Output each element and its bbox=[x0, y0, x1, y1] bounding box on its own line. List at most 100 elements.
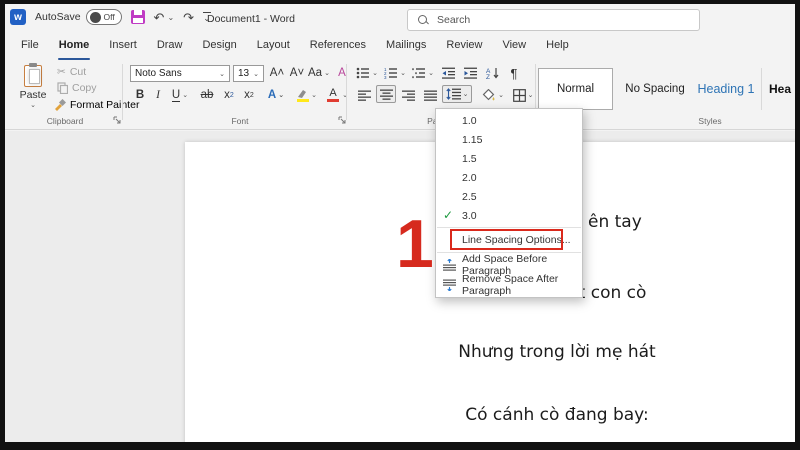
spacing-option-3-checked[interactable]: ✓ 3.0 bbox=[436, 206, 582, 225]
highlight-color-button[interactable]: ⌄ bbox=[292, 86, 320, 104]
multilevel-list-button[interactable]: ⌄ bbox=[410, 64, 436, 82]
italic-icon: I bbox=[156, 89, 160, 101]
check-icon: ✓ bbox=[443, 208, 454, 222]
copy-label: Copy bbox=[72, 82, 97, 94]
group-divider bbox=[122, 64, 123, 120]
tab-help[interactable]: Help bbox=[536, 36, 579, 58]
align-left-icon bbox=[357, 90, 371, 101]
subscript-button[interactable]: x2 bbox=[220, 86, 238, 104]
font-size-combo[interactable]: 13 ⌄ bbox=[233, 65, 264, 82]
justify-button[interactable] bbox=[420, 86, 440, 104]
style-no-spacing[interactable]: No Spacing bbox=[617, 68, 693, 110]
style-label: No Spacing bbox=[625, 83, 685, 95]
tab-review[interactable]: Review bbox=[436, 36, 492, 58]
line-spacing-options-item[interactable]: Line Spacing Options... bbox=[436, 229, 582, 250]
cut-button[interactable]: ✂ Cut bbox=[57, 66, 86, 78]
tab-draw[interactable]: Draw bbox=[147, 36, 193, 58]
borders-button[interactable]: ⌄ bbox=[509, 86, 537, 104]
redo-icon[interactable]: ↷ bbox=[183, 11, 194, 24]
superscript-button[interactable]: x2 bbox=[240, 86, 258, 104]
spacing-option-1-15[interactable]: 1.15 bbox=[436, 130, 582, 149]
change-case-button[interactable]: Aa ⌄ bbox=[307, 64, 331, 82]
search-box[interactable]: Search bbox=[407, 9, 700, 31]
cut-label: Cut bbox=[69, 66, 87, 78]
format-painter-button[interactable]: Format Painter bbox=[53, 99, 139, 111]
align-right-button[interactable] bbox=[398, 86, 418, 104]
doc-line: Nhưng trong lời mẹ hát bbox=[458, 342, 656, 362]
style-normal[interactable]: Normal bbox=[538, 68, 613, 110]
grow-font-button[interactable]: A˄ bbox=[268, 64, 286, 82]
spacing-option-2[interactable]: 2.0 bbox=[436, 168, 582, 187]
tab-file[interactable]: File bbox=[11, 36, 49, 58]
document-title: Document1 - Word bbox=[207, 13, 295, 25]
spacing-option-2-5[interactable]: 2.5 bbox=[436, 187, 582, 206]
show-marks-button[interactable]: ¶ bbox=[505, 64, 523, 82]
autosave-toggle[interactable]: AutoSave Off bbox=[35, 9, 122, 25]
decrease-indent-button[interactable] bbox=[439, 64, 459, 82]
spacing-option-1-5[interactable]: 1.5 bbox=[436, 149, 582, 168]
clear-formatting-button[interactable]: A bbox=[333, 64, 351, 82]
increase-indent-button[interactable] bbox=[461, 64, 481, 82]
clipboard-icon bbox=[23, 63, 43, 87]
quick-access-toolbar: w AutoSave Off ↶ ⌄ ↷ ⌄ bbox=[10, 9, 211, 25]
paste-button[interactable]: Paste ⌄ bbox=[15, 63, 51, 115]
underline-icon: U bbox=[171, 88, 181, 102]
autosave-switch[interactable]: Off bbox=[85, 9, 122, 25]
increase-indent-icon bbox=[464, 67, 477, 79]
tab-references[interactable]: References bbox=[300, 36, 376, 58]
underline-button[interactable]: U ⌄ bbox=[168, 86, 192, 104]
strikethrough-icon: ab bbox=[200, 89, 214, 101]
pilcrow-icon: ¶ bbox=[510, 65, 518, 81]
undo-icon[interactable]: ↶ bbox=[154, 11, 165, 24]
sort-button[interactable]: AZ bbox=[483, 64, 503, 82]
search-placeholder: Search bbox=[437, 14, 471, 26]
line-spacing-options-label: Line Spacing Options... bbox=[462, 234, 571, 246]
autosave-label: AutoSave bbox=[35, 11, 81, 23]
align-center-button[interactable] bbox=[376, 85, 396, 103]
strikethrough-button[interactable]: ab bbox=[197, 86, 217, 104]
spacing-option-label: 1.15 bbox=[462, 133, 483, 146]
word-logo-icon[interactable]: w bbox=[10, 9, 26, 25]
styles-divider bbox=[761, 68, 762, 110]
svg-text:Z: Z bbox=[486, 74, 490, 79]
font-color-icon: A bbox=[326, 87, 340, 103]
style-label: Normal bbox=[556, 83, 595, 95]
clipboard-dialog-launcher-icon[interactable] bbox=[113, 116, 122, 125]
italic-button[interactable]: I bbox=[150, 86, 166, 104]
remove-space-after-item[interactable]: Remove Space After Paragraph bbox=[436, 273, 582, 297]
tab-mailings[interactable]: Mailings bbox=[376, 36, 436, 58]
justify-icon bbox=[423, 90, 437, 101]
line-spacing-icon bbox=[445, 88, 461, 100]
shrink-font-button[interactable]: A˅ bbox=[288, 64, 306, 82]
format-painter-label: Format Painter bbox=[70, 99, 140, 111]
tab-home[interactable]: Home bbox=[49, 36, 100, 60]
text-effects-button[interactable]: A ⌄ bbox=[263, 86, 289, 104]
shading-button[interactable]: ⌄ bbox=[479, 86, 507, 104]
grow-font-icon: A˄ bbox=[269, 67, 285, 79]
tab-insert[interactable]: Insert bbox=[99, 36, 147, 58]
add-space-before-item[interactable]: Add Space Before Paragraph bbox=[436, 253, 582, 277]
copy-button[interactable]: Copy bbox=[57, 82, 97, 94]
line-spacing-button[interactable]: ⌄ bbox=[442, 85, 472, 103]
tab-design[interactable]: Design bbox=[192, 36, 246, 58]
style-heading2-cut[interactable]: Hea bbox=[769, 68, 795, 110]
save-icon[interactable] bbox=[130, 10, 145, 24]
undo-chevron-icon[interactable]: ⌄ bbox=[167, 13, 174, 22]
shading-icon bbox=[482, 88, 495, 100]
annotation-step-number: 1 bbox=[396, 206, 434, 282]
tab-layout[interactable]: Layout bbox=[247, 36, 300, 58]
bold-button[interactable]: B bbox=[132, 86, 148, 104]
doc-line-partial: ên tay bbox=[588, 212, 642, 232]
bullets-button[interactable]: ⌄ bbox=[354, 64, 380, 82]
font-group-label: Font bbox=[231, 116, 249, 126]
ribbon-tabs: File Home Insert Draw Design Layout Refe… bbox=[11, 36, 579, 60]
spacing-option-1[interactable]: 1.0 bbox=[436, 111, 582, 130]
numbering-button[interactable]: 1 2 3 ⌄ bbox=[382, 64, 408, 82]
align-left-button[interactable] bbox=[354, 86, 374, 104]
font-name-combo[interactable]: Noto Sans ⌄ bbox=[130, 65, 230, 82]
format-painter-icon bbox=[55, 99, 66, 111]
spacing-option-label: 2.0 bbox=[462, 171, 477, 184]
borders-icon bbox=[512, 88, 526, 102]
style-heading1[interactable]: Heading 1 bbox=[693, 68, 759, 110]
tab-view[interactable]: View bbox=[492, 36, 536, 58]
